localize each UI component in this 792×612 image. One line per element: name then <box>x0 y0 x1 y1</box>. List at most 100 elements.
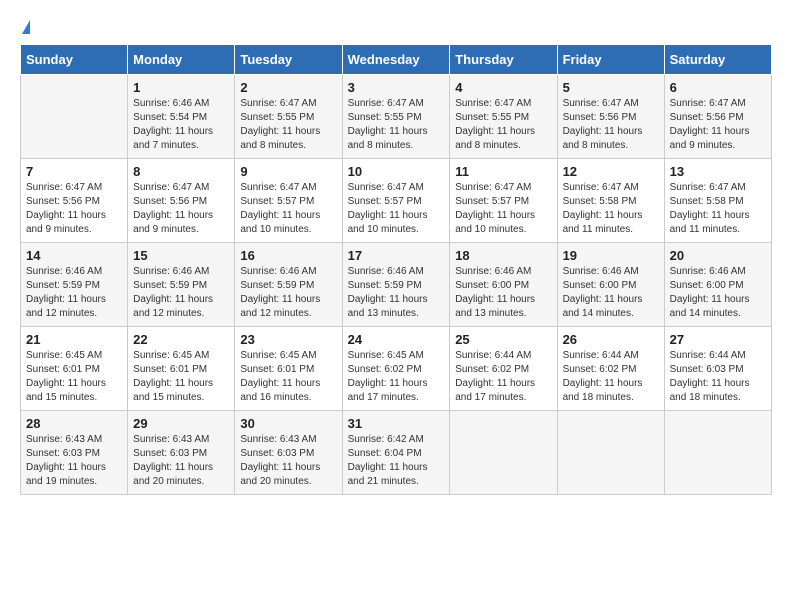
day-number: 25 <box>455 332 551 347</box>
weekday-header-thursday: Thursday <box>450 45 557 75</box>
day-number: 13 <box>670 164 766 179</box>
calendar-cell <box>21 75 128 159</box>
calendar-cell: 12 Sunrise: 6:47 AMSunset: 5:58 PMDayligh… <box>557 159 664 243</box>
calendar-cell: 3 Sunrise: 6:47 AMSunset: 5:55 PMDaylight… <box>342 75 450 159</box>
day-number: 30 <box>240 416 336 431</box>
calendar-header: SundayMondayTuesdayWednesdayThursdayFrid… <box>21 45 772 75</box>
calendar-cell: 7 Sunrise: 6:47 AMSunset: 5:56 PMDaylight… <box>21 159 128 243</box>
day-number: 6 <box>670 80 766 95</box>
weekday-header-wednesday: Wednesday <box>342 45 450 75</box>
calendar-cell: 22Sunrise: 6:45 AMSunset: 6:01 PMDayligh… <box>128 327 235 411</box>
day-info: Sunrise: 6:46 AMSunset: 6:00 PMDaylight:… <box>563 265 659 321</box>
calendar-cell <box>664 411 771 495</box>
calendar-cell: 24 Sunrise: 6:45 AMSunset: 6:02 PMDayligh… <box>342 327 450 411</box>
calendar-cell <box>557 411 664 495</box>
day-info: Sunrise: 6:47 AMSunset: 5:55 PMDaylight:… <box>348 97 445 153</box>
day-number: 24 <box>348 332 445 347</box>
calendar-cell: 29Sunrise: 6:43 AMSunset: 6:03 PMDayligh… <box>128 411 235 495</box>
calendar-cell: 17 Sunrise: 6:46 AMSunset: 5:59 PMDayligh… <box>342 243 450 327</box>
calendar-cell: 2Sunrise: 6:47 AMSunset: 5:55 PMDaylight… <box>235 75 342 159</box>
day-info: Sunrise: 6:43 AMSunset: 6:03 PMDaylight:… <box>26 433 122 489</box>
calendar-cell: 6 Sunrise: 6:47 AMSunset: 5:56 PMDaylight… <box>664 75 771 159</box>
day-info: Sunrise: 6:46 AMSunset: 5:59 PMDaylight:… <box>240 265 336 321</box>
calendar-cell: 31 Sunrise: 6:42 AMSunset: 6:04 PMDayligh… <box>342 411 450 495</box>
day-info: Sunrise: 6:46 AMSunset: 5:54 PMDaylight:… <box>133 97 229 153</box>
logo <box>20 20 30 34</box>
day-info: Sunrise: 6:46 AMSunset: 5:59 PMDaylight:… <box>348 265 445 321</box>
day-number: 10 <box>348 164 445 179</box>
calendar-cell <box>450 411 557 495</box>
day-info: Sunrise: 6:47 AMSunset: 5:58 PMDaylight:… <box>670 181 766 237</box>
day-info: Sunrise: 6:45 AMSunset: 6:01 PMDaylight:… <box>26 349 122 405</box>
day-info: Sunrise: 6:46 AMSunset: 6:00 PMDaylight:… <box>455 265 551 321</box>
calendar-cell: 13 Sunrise: 6:47 AMSunset: 5:58 PMDayligh… <box>664 159 771 243</box>
day-number: 18 <box>455 248 551 263</box>
calendar-cell: 16 Sunrise: 6:46 AMSunset: 5:59 PMDayligh… <box>235 243 342 327</box>
day-number: 17 <box>348 248 445 263</box>
day-number: 9 <box>240 164 336 179</box>
calendar-week-1: 1 Sunrise: 6:46 AMSunset: 5:54 PMDaylight… <box>21 75 772 159</box>
day-info: Sunrise: 6:46 AMSunset: 5:59 PMDaylight:… <box>133 265 229 321</box>
day-info: Sunrise: 6:47 AMSunset: 5:56 PMDaylight:… <box>563 97 659 153</box>
day-number: 15 <box>133 248 229 263</box>
day-info: Sunrise: 6:46 AMSunset: 6:00 PMDaylight:… <box>670 265 766 321</box>
day-number: 29 <box>133 416 229 431</box>
day-info: Sunrise: 6:47 AMSunset: 5:56 PMDaylight:… <box>26 181 122 237</box>
calendar-cell: 27Sunrise: 6:44 AMSunset: 6:03 PMDayligh… <box>664 327 771 411</box>
day-info: Sunrise: 6:42 AMSunset: 6:04 PMDaylight:… <box>348 433 445 489</box>
day-number: 4 <box>455 80 551 95</box>
calendar-cell: 30 Sunrise: 6:43 AMSunset: 6:03 PMDayligh… <box>235 411 342 495</box>
day-number: 7 <box>26 164 122 179</box>
page-header <box>20 20 772 34</box>
day-number: 23 <box>240 332 336 347</box>
calendar-cell: 5 Sunrise: 6:47 AMSunset: 5:56 PMDaylight… <box>557 75 664 159</box>
day-info: Sunrise: 6:44 AMSunset: 6:03 PMDaylight:… <box>670 349 766 405</box>
day-number: 14 <box>26 248 122 263</box>
calendar-cell: 28 Sunrise: 6:43 AMSunset: 6:03 PMDayligh… <box>21 411 128 495</box>
day-info: Sunrise: 6:43 AMSunset: 6:03 PMDaylight:… <box>240 433 336 489</box>
day-info: Sunrise: 6:47 AMSunset: 5:57 PMDaylight:… <box>455 181 551 237</box>
day-info: Sunrise: 6:45 AMSunset: 6:01 PMDaylight:… <box>240 349 336 405</box>
day-number: 1 <box>133 80 229 95</box>
day-info: Sunrise: 6:47 AMSunset: 5:56 PMDaylight:… <box>133 181 229 237</box>
day-number: 28 <box>26 416 122 431</box>
day-info: Sunrise: 6:45 AMSunset: 6:02 PMDaylight:… <box>348 349 445 405</box>
day-number: 3 <box>348 80 445 95</box>
calendar-cell: 14 Sunrise: 6:46 AMSunset: 5:59 PMDayligh… <box>21 243 128 327</box>
calendar-cell: 26Sunrise: 6:44 AMSunset: 6:02 PMDayligh… <box>557 327 664 411</box>
day-number: 19 <box>563 248 659 263</box>
calendar-cell: 1 Sunrise: 6:46 AMSunset: 5:54 PMDaylight… <box>128 75 235 159</box>
logo-arrow-icon <box>22 20 30 34</box>
calendar-cell: 19 Sunrise: 6:46 AMSunset: 6:00 PMDayligh… <box>557 243 664 327</box>
weekday-header-monday: Monday <box>128 45 235 75</box>
day-info: Sunrise: 6:47 AMSunset: 5:57 PMDaylight:… <box>240 181 336 237</box>
calendar-cell: 21Sunrise: 6:45 AMSunset: 6:01 PMDayligh… <box>21 327 128 411</box>
day-info: Sunrise: 6:46 AMSunset: 5:59 PMDaylight:… <box>26 265 122 321</box>
weekday-header-sunday: Sunday <box>21 45 128 75</box>
calendar-week-5: 28 Sunrise: 6:43 AMSunset: 6:03 PMDayligh… <box>21 411 772 495</box>
calendar-cell: 8Sunrise: 6:47 AMSunset: 5:56 PMDaylight… <box>128 159 235 243</box>
calendar-cell: 18 Sunrise: 6:46 AMSunset: 6:00 PMDayligh… <box>450 243 557 327</box>
day-number: 26 <box>563 332 659 347</box>
day-info: Sunrise: 6:44 AMSunset: 6:02 PMDaylight:… <box>455 349 551 405</box>
day-info: Sunrise: 6:47 AMSunset: 5:55 PMDaylight:… <box>455 97 551 153</box>
day-number: 20 <box>670 248 766 263</box>
weekday-header-friday: Friday <box>557 45 664 75</box>
calendar-cell: 9 Sunrise: 6:47 AMSunset: 5:57 PMDaylight… <box>235 159 342 243</box>
calendar-week-3: 14 Sunrise: 6:46 AMSunset: 5:59 PMDayligh… <box>21 243 772 327</box>
calendar-cell: 11 Sunrise: 6:47 AMSunset: 5:57 PMDayligh… <box>450 159 557 243</box>
day-number: 11 <box>455 164 551 179</box>
day-info: Sunrise: 6:47 AMSunset: 5:56 PMDaylight:… <box>670 97 766 153</box>
day-info: Sunrise: 6:45 AMSunset: 6:01 PMDaylight:… <box>133 349 229 405</box>
calendar-cell: 23 Sunrise: 6:45 AMSunset: 6:01 PMDayligh… <box>235 327 342 411</box>
calendar-cell: 25 Sunrise: 6:44 AMSunset: 6:02 PMDayligh… <box>450 327 557 411</box>
day-number: 5 <box>563 80 659 95</box>
day-number: 16 <box>240 248 336 263</box>
day-info: Sunrise: 6:47 AMSunset: 5:57 PMDaylight:… <box>348 181 445 237</box>
day-number: 31 <box>348 416 445 431</box>
day-info: Sunrise: 6:47 AMSunset: 5:58 PMDaylight:… <box>563 181 659 237</box>
calendar-week-4: 21Sunrise: 6:45 AMSunset: 6:01 PMDayligh… <box>21 327 772 411</box>
calendar-cell: 4 Sunrise: 6:47 AMSunset: 5:55 PMDaylight… <box>450 75 557 159</box>
weekday-header-saturday: Saturday <box>664 45 771 75</box>
day-number: 12 <box>563 164 659 179</box>
